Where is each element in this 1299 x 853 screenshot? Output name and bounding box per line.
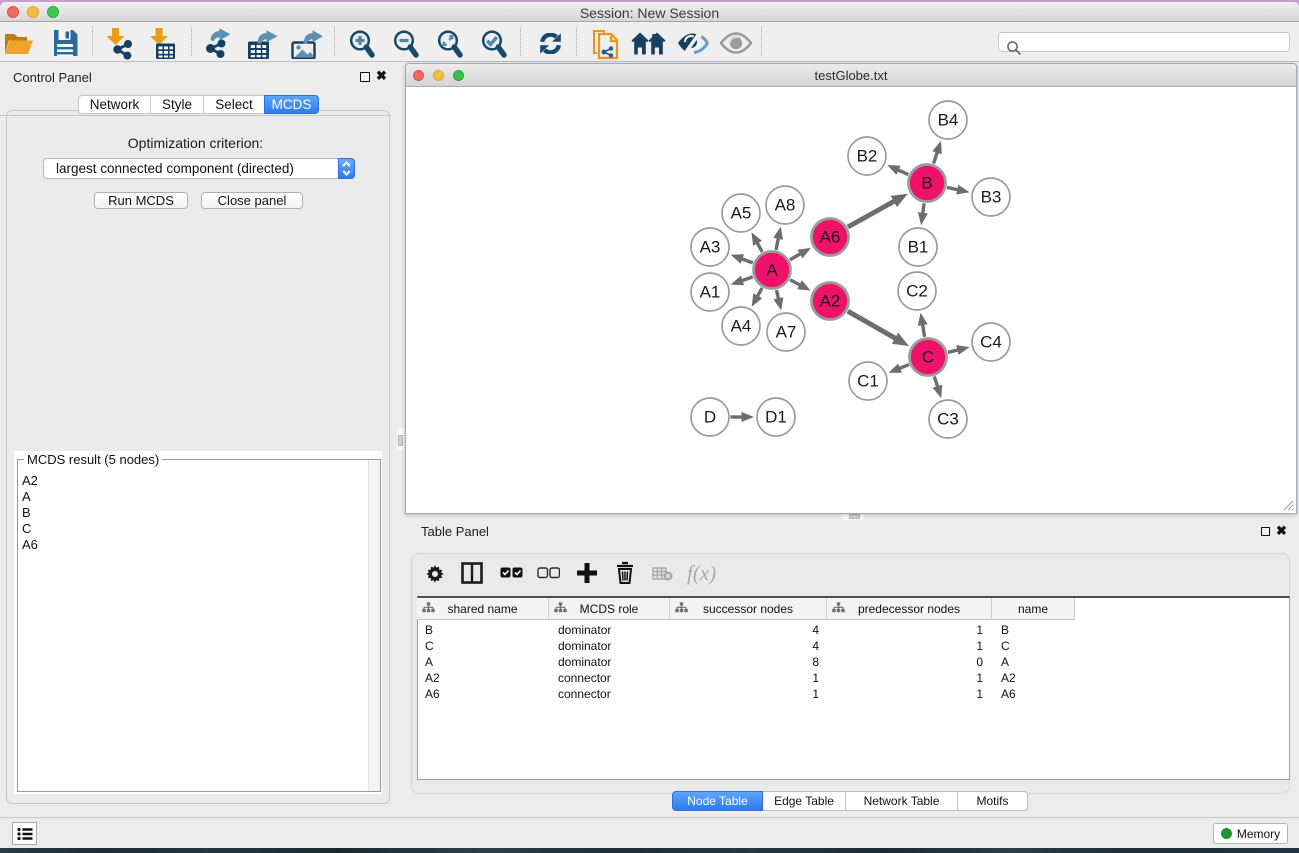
- svg-text:B: B: [921, 174, 932, 193]
- svg-text:D1: D1: [765, 408, 787, 427]
- svg-text:D: D: [704, 408, 716, 427]
- svg-text:C4: C4: [980, 333, 1002, 352]
- svg-text:A8: A8: [775, 196, 796, 215]
- svg-text:A2: A2: [820, 292, 841, 311]
- svg-text:C2: C2: [906, 282, 928, 301]
- svg-text:A1: A1: [700, 283, 721, 302]
- svg-text:B2: B2: [857, 147, 878, 166]
- svg-text:B4: B4: [938, 111, 959, 130]
- svg-text:A6: A6: [820, 228, 841, 247]
- svg-text:B3: B3: [981, 188, 1002, 207]
- svg-text:A: A: [766, 261, 778, 280]
- svg-text:A7: A7: [776, 323, 797, 342]
- svg-text:B1: B1: [908, 238, 929, 257]
- svg-text:A4: A4: [731, 317, 752, 336]
- svg-text:C: C: [922, 348, 934, 367]
- svg-text:C3: C3: [937, 410, 959, 429]
- svg-text:C1: C1: [857, 372, 879, 391]
- svg-text:A5: A5: [731, 204, 752, 223]
- svg-text:A3: A3: [700, 238, 721, 257]
